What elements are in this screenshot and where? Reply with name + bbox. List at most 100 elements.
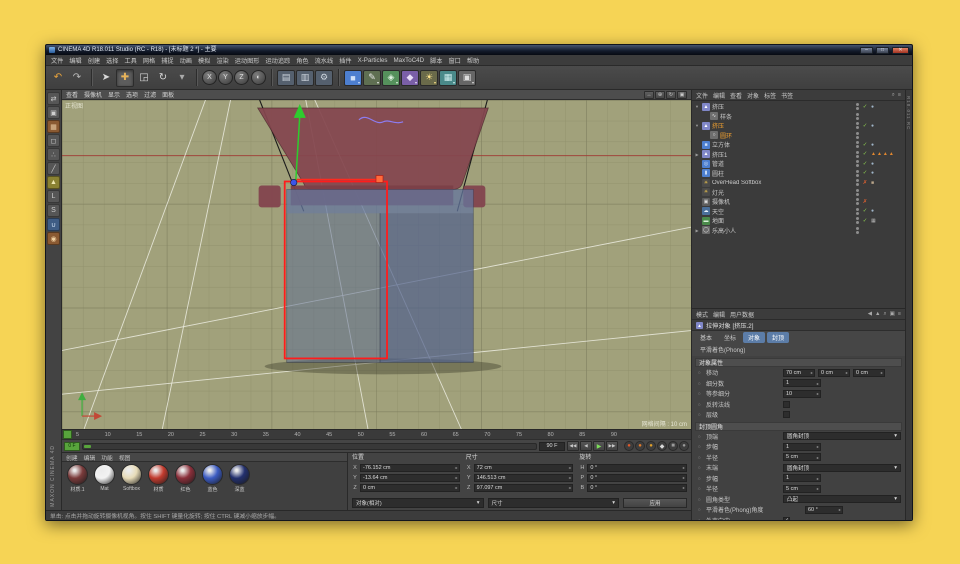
expand-icon[interactable]: ▼ (694, 104, 700, 109)
attribute-tab[interactable]: 封顶 (767, 332, 790, 343)
cap-start-radius-field[interactable]: 5 cm ◂▸ (783, 453, 821, 462)
visibility-dots[interactable] (855, 131, 859, 139)
object-label[interactable]: 天空 (712, 207, 853, 216)
timeline-ruler[interactable]: 5 10 15 20 25 30 35 40 45 50 55 60 65 70 75 80 85 90 (62, 429, 691, 439)
close-button[interactable]: ✕ (892, 46, 909, 54)
object-tags[interactable]: ● (871, 170, 903, 176)
object-label[interactable]: 挤压1 (712, 150, 853, 159)
material-item[interactable]: 蓝色 (200, 464, 225, 493)
enabled-toggle[interactable]: ✗ (861, 199, 869, 205)
slider-handle[interactable] (84, 444, 91, 448)
expand-icon[interactable]: ▶ (694, 152, 700, 157)
attribute-tab[interactable]: 坐标 (719, 332, 741, 343)
create-object-button[interactable]: ☀ ▾ (420, 69, 438, 86)
object-tags[interactable]: ● (871, 208, 903, 214)
cap-end-radius-field[interactable]: 5 cm ◂▸ (783, 484, 821, 493)
viewport-menu-item[interactable]: 过滤 (144, 90, 156, 99)
rotation-p-field[interactable]: 0 ° ◂▸ (587, 473, 688, 482)
position-x-field[interactable]: -76.152 cm ◂▸ (360, 463, 460, 472)
om-menu-item[interactable]: 标签 (764, 91, 776, 100)
coordinate-system-button[interactable]: ◐ (251, 70, 266, 85)
position-y-field[interactable]: -13.64 cm ◂▸ (360, 473, 460, 482)
menu-item[interactable]: 网格 (143, 56, 155, 65)
position-z-field[interactable]: 0 cm ◂▸ (360, 483, 460, 492)
menu-item[interactable]: 插件 (339, 56, 351, 65)
object-row[interactable]: ◎ 管道 ✓ ● (692, 159, 905, 169)
record-button[interactable]: ● (679, 441, 689, 451)
material-item[interactable]: 红色 (173, 464, 198, 493)
am-menu-icon[interactable]: ▲ (875, 311, 880, 318)
layout-edge-strip[interactable]: R18.011 RC (905, 90, 912, 520)
om-menu-item[interactable]: 对象 (747, 91, 759, 100)
menu-item[interactable]: X-Particles (358, 57, 388, 64)
enabled-toggle[interactable]: ✓ (861, 161, 869, 167)
object-row[interactable]: ▼ ▲ 挤压 ✓ ● (692, 121, 905, 131)
om-menu-item[interactable]: 文件 (696, 91, 708, 100)
move-z-field[interactable]: 0 cm ◂▸ (853, 368, 885, 377)
material-sphere[interactable] (148, 464, 169, 485)
material-item[interactable]: 材质 (146, 464, 171, 493)
attribute-tab[interactable]: 对象 (743, 332, 766, 343)
create-object-button[interactable]: ■ ▾ (344, 69, 362, 86)
menu-item[interactable]: 渲染 (216, 56, 228, 65)
mode-icon[interactable]: ∪ (47, 218, 60, 231)
mode-icon[interactable]: ▲ (47, 176, 60, 189)
menu-item[interactable]: 创建 (88, 56, 100, 65)
transport-button[interactable]: ▶ (593, 441, 605, 451)
material-sphere[interactable] (67, 464, 88, 485)
menu-item[interactable]: 模拟 (198, 56, 210, 65)
section-header[interactable]: 封顶圆角 (695, 421, 902, 431)
cap-start-dropdown[interactable]: 圆角封顶 ▾ (783, 432, 901, 441)
coord-mode-dropdown[interactable]: 对象(相对) ▾ (352, 498, 484, 508)
material-menu-item[interactable]: 视图 (119, 453, 131, 462)
record-button[interactable]: ● (624, 441, 634, 451)
title-bar[interactable]: CINEMA 4D R18.011 Studio (RC - R18) - [未… (46, 45, 912, 55)
menu-item[interactable]: 运动追踪 (266, 56, 291, 65)
menu-item[interactable]: 工具 (125, 56, 137, 65)
visibility-dots[interactable] (855, 198, 859, 206)
material-menu-item[interactable]: 创建 (66, 453, 78, 462)
maximize-button[interactable]: □ (876, 46, 889, 54)
viewport-menu-item[interactable]: 选项 (126, 90, 138, 99)
material-sphere[interactable] (202, 464, 223, 485)
object-label[interactable]: 地面 (712, 216, 853, 225)
object-row[interactable]: ▼ ▲ 挤压 ✓ ● (692, 102, 905, 112)
rotation-h-field[interactable]: 0 ° ◂▸ (587, 463, 688, 472)
object-label[interactable]: 挤压 (712, 102, 853, 111)
menu-item[interactable]: 捕捉 (161, 56, 173, 65)
object-label[interactable]: 灯光 (712, 188, 853, 197)
current-frame-marker[interactable]: 0 F (64, 441, 80, 451)
axis-lock-button[interactable]: X (202, 70, 217, 85)
hull-inwards-checkbox[interactable]: ✓ (783, 516, 790, 520)
am-menu-icon[interactable]: ◀ (868, 311, 872, 318)
create-object-button[interactable]: ▦ ▾ (439, 69, 457, 86)
visibility-dots[interactable] (855, 226, 859, 234)
object-label[interactable]: 圆柱 (712, 169, 853, 178)
expand-icon[interactable]: ▼ (694, 123, 700, 128)
visibility-dots[interactable] (855, 179, 859, 187)
minimize-button[interactable]: – (860, 46, 873, 54)
size-z-field[interactable]: 97.097 cm ◂▸ (473, 483, 574, 492)
om-menu-item[interactable]: 查看 (730, 91, 742, 100)
visibility-dots[interactable] (855, 112, 859, 120)
visibility-dots[interactable] (855, 122, 859, 130)
mode-icon[interactable]: ▣ (47, 106, 60, 119)
object-tags[interactable]: ● (871, 161, 903, 167)
axis-lock-button[interactable]: Z (234, 70, 249, 85)
object-row[interactable]: ▶ ◯ 乐高小人 (692, 226, 905, 236)
visibility-dots[interactable] (855, 169, 859, 177)
tool-icon[interactable]: ✚ (116, 68, 134, 87)
am-menu-item[interactable]: 用户数据 (730, 310, 754, 319)
create-object-button[interactable]: ◆ ▾ (401, 69, 419, 86)
object-tags[interactable]: ▦ (871, 218, 903, 224)
object-label[interactable]: 挤压 (712, 121, 853, 130)
size-y-field[interactable]: 146.513 cm ◂▸ (473, 473, 574, 482)
object-tags[interactable]: ■ (871, 180, 903, 186)
object-row[interactable]: ∿ 样条 (692, 112, 905, 122)
menu-item[interactable]: 流水线 (315, 56, 334, 65)
am-menu-item[interactable]: 编辑 (713, 310, 725, 319)
search-icon[interactable]: ⌕ (892, 92, 895, 99)
move-x-field[interactable]: 70 cm ◂▸ (783, 368, 815, 377)
record-button[interactable]: ● (646, 441, 656, 451)
enabled-toggle[interactable]: ✓ (861, 208, 869, 214)
